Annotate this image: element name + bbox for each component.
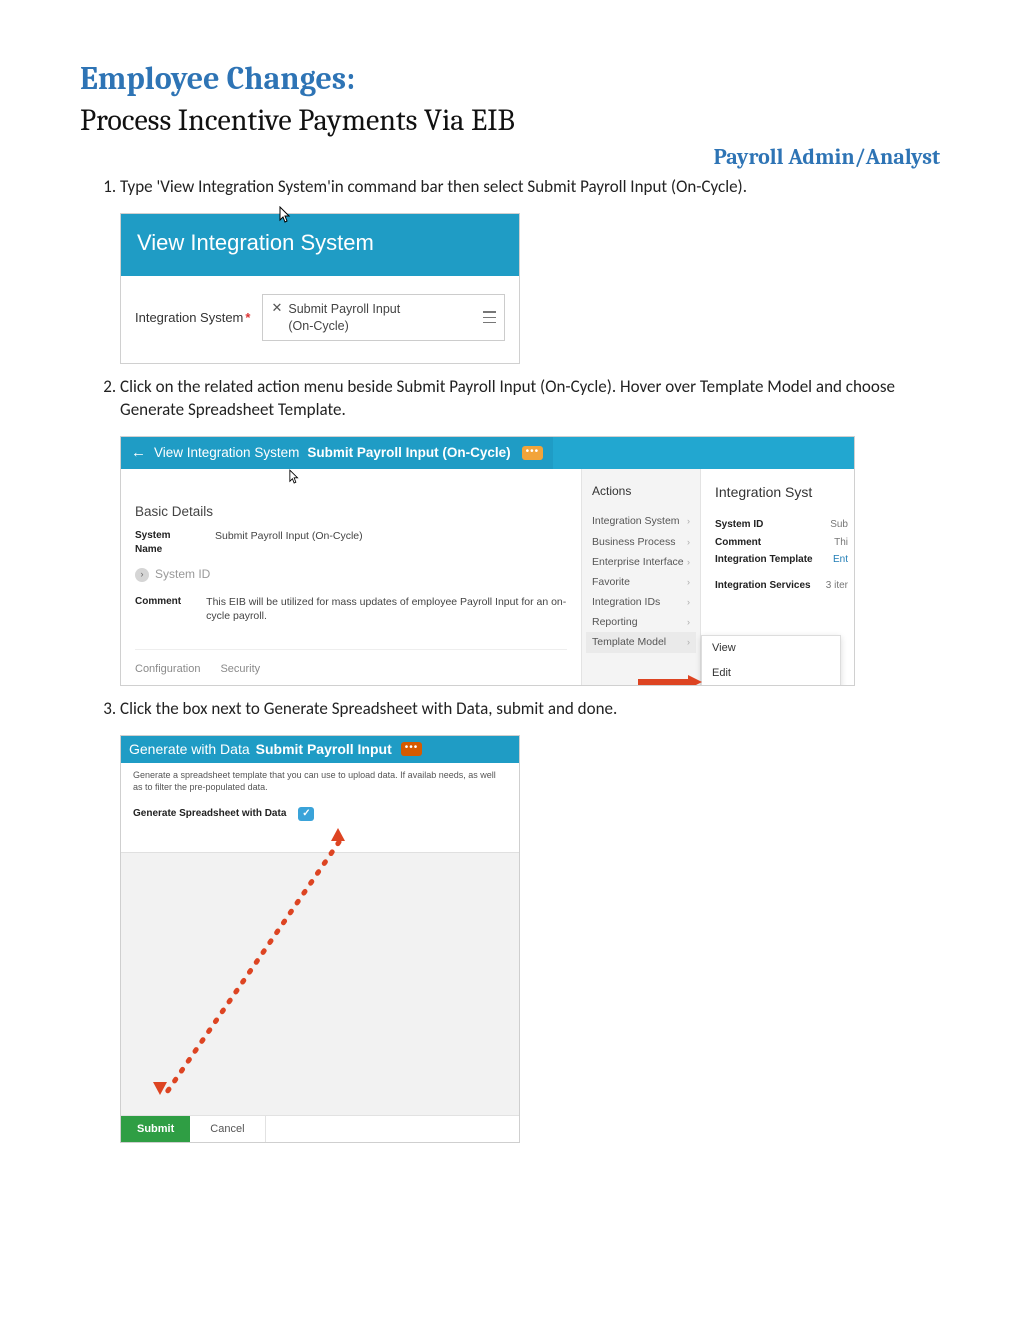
r-template-v[interactable]: Ent (833, 553, 848, 567)
shot3-description: Generate a spreadsheet template that you… (133, 769, 507, 793)
submit-button[interactable]: Submit (121, 1116, 190, 1142)
r-template-k: Integration Template (715, 553, 813, 567)
action-integration-ids[interactable]: Integration IDs› (586, 592, 696, 612)
actions-heading: Actions (592, 483, 690, 499)
shot1-title: View Integration System (137, 230, 374, 255)
chevron-right-icon: › (687, 596, 690, 608)
chevron-right-icon: › (687, 616, 690, 628)
system-name-label: System Name (135, 529, 197, 556)
related-actions-button[interactable]: ••• (522, 446, 544, 460)
basic-details-heading: Basic Details (135, 503, 567, 521)
comment-value: This EIB will be utilized for mass updat… (206, 595, 567, 623)
action-business-process[interactable]: Business Process› (586, 532, 696, 552)
system-id-label: System ID (155, 566, 210, 582)
expand-icon[interactable]: › (135, 568, 149, 582)
r-services-k: Integration Services (715, 579, 811, 593)
step-1-text: Type 'View Integration System'in command… (120, 176, 747, 197)
token-text: Submit Payroll Input (On-Cycle) (288, 301, 428, 335)
field-label: Integration System* (135, 309, 250, 327)
cancel-button[interactable]: Cancel (190, 1116, 265, 1142)
r-system-id-k: System ID (715, 518, 763, 532)
annotation-arrowhead-down (153, 1082, 167, 1095)
screenshot-1: View Integration System Integration Syst… (120, 213, 520, 364)
r-comment-v: Thi (834, 536, 848, 550)
shot2-header-bold: Submit Payroll Input (On-Cycle) (307, 444, 510, 462)
right-panel-title: Integration Syst (715, 483, 848, 502)
r-system-id-v: Sub (830, 518, 848, 532)
system-name-value: Submit Payroll Input (On-Cycle) (215, 529, 363, 556)
screenshot-3: Generate with Data Submit Payroll Input … (120, 735, 520, 1143)
action-favorite[interactable]: Favorite› (586, 572, 696, 592)
cursor-icon (279, 206, 293, 224)
shot1-header: View Integration System (121, 214, 519, 276)
annotation-arrowhead-up (331, 828, 345, 841)
chevron-right-icon: › (687, 636, 690, 648)
submenu-view[interactable]: View (702, 636, 840, 661)
step-3-text: Click the box next to Generate Spreadshe… (120, 698, 617, 719)
red-arrow-icon (638, 675, 702, 686)
tab-security[interactable]: Security (220, 662, 260, 677)
page-title-secondary: Process Incentive Payments Via EIB (80, 103, 940, 138)
generate-with-data-checkbox[interactable]: ✓ (298, 807, 314, 821)
shot3-header-bold: Submit Payroll Input (256, 740, 392, 759)
action-integration-system[interactable]: Integration System› (586, 511, 696, 531)
r-comment-k: Comment (715, 536, 761, 550)
r-services-v: 3 iter (826, 579, 848, 593)
clear-token-icon[interactable]: ✕ (271, 301, 282, 314)
shot2-header-pre: View Integration System (154, 444, 299, 462)
integration-system-field[interactable]: ✕ Submit Payroll Input (On-Cycle) (262, 294, 505, 342)
submenu-edit[interactable]: Edit (702, 661, 840, 686)
chevron-right-icon: › (687, 556, 690, 568)
step-2-text: Click on the related action menu beside … (120, 376, 895, 420)
action-template-model[interactable]: Template Model› (586, 632, 696, 652)
chevron-right-icon: › (687, 576, 690, 588)
role-label: Payroll Admin/Analyst (80, 144, 940, 170)
prompt-list-icon[interactable] (480, 311, 496, 325)
chevron-right-icon: › (687, 536, 690, 548)
template-model-submenu: View Edit Generate Spreadsheet Template (701, 635, 841, 686)
screenshot-2: ← View Integration System Submit Payroll… (120, 436, 855, 686)
page-title-primary: Employee Changes: (80, 60, 940, 97)
back-arrow-icon[interactable]: ← (131, 443, 146, 463)
comment-label: Comment (135, 595, 188, 623)
generate-with-data-label: Generate Spreadsheet with Data (133, 807, 286, 821)
related-actions-button[interactable]: ••• (401, 742, 423, 756)
action-enterprise-interface[interactable]: Enterprise Interface› (586, 552, 696, 572)
tab-configuration[interactable]: Configuration (135, 662, 200, 677)
chevron-right-icon: › (687, 515, 690, 527)
action-reporting[interactable]: Reporting› (586, 612, 696, 632)
shot3-header-pre: Generate with Data (129, 740, 250, 759)
